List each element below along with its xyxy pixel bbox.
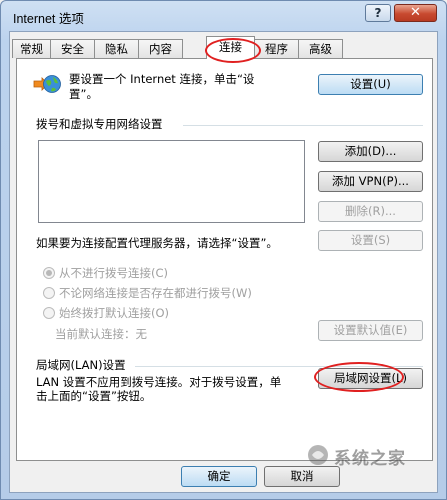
setup-button[interactable]: 设置(U) [318,74,423,95]
setup-text-line-2: 置”。 [69,87,98,101]
watermark: 系统之家 [306,441,428,471]
title-bar[interactable]: Internet 选项 ? ✕ [1,1,446,31]
dialup-heading: 拨号和虚拟专用网络设置 [36,117,163,131]
set-default-button[interactable]: 设置默认值(E) [318,320,423,341]
radio-dial-whenever-label: 不论网络连接是否存在都进行拨号(W) [59,286,252,300]
remove-button[interactable]: 删除(R)... [318,201,423,222]
lan-settings-button[interactable]: 局域网设置(L) [318,368,423,389]
add-button[interactable]: 添加(D)... [318,141,423,162]
close-icon: ✕ [410,5,421,20]
connections-panel: 要设置一个 Internet 连接，单击“设 置”。 设置(U) 拨号和虚拟专用… [16,58,433,461]
help-button[interactable]: ? [365,4,391,22]
tab-connections[interactable]: 连接 [206,36,255,59]
current-default-label: 当前默认连接： [55,327,136,341]
radio-never-dial-label: 从不进行拨号连接(C) [59,266,169,280]
lan-description: LAN 设置不应用到拨号连接。对于拨号设置，单 击上面的“设置”按钮。 [36,375,311,403]
watermark-logo-icon [308,445,328,465]
tab-security[interactable]: 安全 [50,39,95,58]
window-title: Internet 选项 [13,12,84,26]
tab-programs[interactable]: 程序 [254,39,299,58]
network-globe-icon [33,75,61,93]
close-button[interactable]: ✕ [394,4,437,22]
add-vpn-button[interactable]: 添加 VPN(P)... [318,171,423,192]
proxy-settings-button[interactable]: 设置(S) [318,230,423,251]
setup-text-line-1: 要设置一个 Internet 连接，单击“设 [69,72,255,86]
radio-always-dial-label: 始终拨打默认连接(O) [59,306,170,320]
lan-text-line-2: 击上面的“设置”按钮。 [36,389,152,403]
current-default-value: 无 [135,327,148,341]
tab-general[interactable]: 常规 [12,39,51,58]
lan-text-line-1: LAN 设置不应用到拨号连接。对于拨号设置，单 [36,375,282,389]
current-default-row: 当前默认连接：无 [55,326,147,342]
watermark-text: 系统之家 [334,449,406,469]
dialog-body: 常规 安全 隐私 内容 连接 程序 高级 要设置一个 Internet 连接，单… [9,31,438,493]
dialog-window: Internet 选项 ? ✕ 常规 安全 隐私 内容 连接 程序 高级 要设置… [0,0,447,500]
ok-button[interactable]: 确定 [181,466,257,487]
proxy-description: 如果要为连接配置代理服务器，请选择“设置”。 [36,236,278,250]
dialup-divider [183,125,423,126]
tab-advanced[interactable]: 高级 [298,39,343,58]
lan-heading: 局域网(LAN)设置 [36,358,126,372]
lan-divider [135,366,423,367]
radio-dial-whenever-indicator[interactable] [43,287,55,299]
tab-privacy[interactable]: 隐私 [94,39,139,58]
radio-never-dial-indicator[interactable] [43,267,55,279]
tab-content[interactable]: 内容 [138,39,183,58]
setup-description: 要设置一个 Internet 连接，单击“设 置”。 [69,72,289,102]
connections-list[interactable] [38,140,305,223]
radio-always-dial-indicator[interactable] [43,307,55,319]
